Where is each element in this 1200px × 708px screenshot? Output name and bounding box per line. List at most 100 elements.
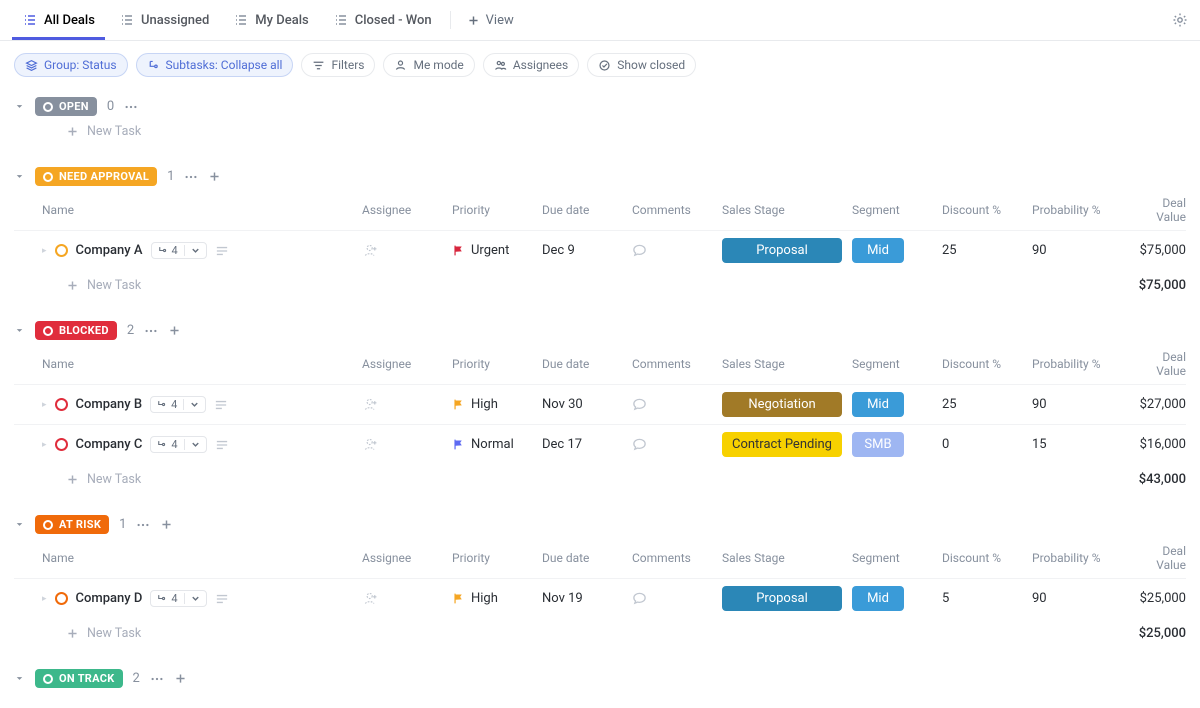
add-task-icon[interactable] (168, 324, 181, 337)
discount-cell[interactable]: 5 (942, 591, 1032, 606)
col-header[interactable]: Probability % (1032, 551, 1132, 565)
subtask-count-badge[interactable]: 4 (151, 242, 207, 259)
new-task-button[interactable]: New Task (42, 278, 362, 293)
segment-cell[interactable]: Mid (852, 586, 942, 611)
col-header[interactable]: Sales Stage (722, 357, 852, 371)
discount-cell[interactable]: 25 (942, 397, 1032, 412)
status-ring-icon[interactable] (55, 592, 68, 605)
col-header[interactable]: Due date (542, 551, 632, 565)
comments-icon[interactable] (632, 591, 722, 606)
status-chip[interactable]: NEED APPROVAL (35, 167, 157, 186)
tab-my-deals[interactable]: My Deals (223, 0, 318, 40)
collapse-caret-icon[interactable] (14, 171, 25, 182)
col-header[interactable]: Assignee (362, 357, 452, 371)
col-header[interactable]: Segment (852, 203, 942, 217)
col-header[interactable]: Comments (632, 357, 722, 371)
subtasks-pill[interactable]: Subtasks: Collapse all (136, 53, 294, 77)
col-header[interactable]: Probability % (1032, 357, 1132, 371)
description-icon[interactable] (215, 439, 229, 451)
stage-cell[interactable]: Contract Pending (722, 432, 852, 457)
col-header[interactable]: Segment (852, 551, 942, 565)
description-icon[interactable] (215, 245, 229, 257)
col-header[interactable]: Priority (452, 551, 542, 565)
collapse-caret-icon[interactable] (14, 325, 25, 336)
tab-closed-won[interactable]: Closed - Won (323, 0, 442, 40)
table-row[interactable]: ▸Company B4HighNov 30NegotiationMid2590$… (14, 384, 1186, 424)
assignee-add-icon[interactable] (362, 242, 452, 259)
more-icon[interactable] (144, 324, 158, 338)
task-name[interactable]: Company B (76, 397, 143, 412)
discount-cell[interactable]: 0 (942, 437, 1032, 452)
due-date-cell[interactable]: Dec 17 (542, 437, 632, 452)
task-name[interactable]: Company D (76, 591, 143, 606)
expand-caret-icon[interactable]: ▸ (42, 400, 47, 410)
add-task-icon[interactable] (160, 518, 173, 531)
priority-cell[interactable]: Normal (452, 437, 542, 452)
expand-caret-icon[interactable]: ▸ (42, 440, 47, 450)
show-closed-pill[interactable]: Show closed (587, 53, 696, 77)
status-ring-icon[interactable] (55, 438, 68, 451)
collapse-caret-icon[interactable] (14, 101, 25, 112)
col-header[interactable]: Due date (542, 357, 632, 371)
col-header[interactable]: Comments (632, 203, 722, 217)
subtask-count-badge[interactable]: 4 (150, 590, 206, 607)
description-icon[interactable] (214, 399, 228, 411)
status-chip[interactable]: OPEN (35, 97, 97, 116)
col-header[interactable]: Deal Value (1132, 196, 1192, 224)
probability-cell[interactable]: 90 (1032, 591, 1132, 606)
add-task-icon[interactable] (174, 672, 187, 685)
tab-unassigned[interactable]: Unassigned (109, 0, 219, 40)
status-chip[interactable]: ON TRACK (35, 669, 123, 688)
add-task-icon[interactable] (208, 170, 221, 183)
group-pill[interactable]: Group: Status (14, 53, 128, 77)
expand-caret-icon[interactable]: ▸ (42, 246, 47, 256)
more-icon[interactable] (184, 170, 198, 184)
description-icon[interactable] (215, 593, 229, 605)
filters-pill[interactable]: Filters (301, 53, 375, 77)
deal-value-cell[interactable]: $75,000 (1132, 243, 1192, 258)
col-header[interactable]: Assignee (362, 551, 452, 565)
status-chip[interactable]: BLOCKED (35, 321, 117, 340)
deal-value-cell[interactable]: $16,000 (1132, 437, 1192, 452)
col-header[interactable]: Deal Value (1132, 350, 1192, 378)
probability-cell[interactable]: 90 (1032, 243, 1132, 258)
comments-icon[interactable] (632, 243, 722, 258)
col-header[interactable]: Probability % (1032, 203, 1132, 217)
col-header[interactable]: Assignee (362, 203, 452, 217)
comments-icon[interactable] (632, 397, 722, 412)
priority-cell[interactable]: Urgent (452, 243, 542, 258)
col-header[interactable]: Name (42, 357, 362, 371)
table-row[interactable]: ▸Company D4HighNov 19ProposalMid590$25,0… (14, 578, 1186, 618)
col-header[interactable]: Name (42, 203, 362, 217)
task-name[interactable]: Company C (76, 437, 143, 452)
segment-cell[interactable]: Mid (852, 238, 942, 263)
assignee-add-icon[interactable] (362, 436, 452, 453)
col-header[interactable]: Discount % (942, 551, 1032, 565)
col-header[interactable]: Segment (852, 357, 942, 371)
probability-cell[interactable]: 90 (1032, 397, 1132, 412)
stage-cell[interactable]: Proposal (722, 238, 852, 263)
table-row[interactable]: ▸Company C4NormalDec 17Contract PendingS… (14, 424, 1186, 464)
probability-cell[interactable]: 15 (1032, 437, 1132, 452)
col-header[interactable]: Sales Stage (722, 551, 852, 565)
add-view-button[interactable]: View (459, 13, 522, 28)
deal-value-cell[interactable]: $27,000 (1132, 397, 1192, 412)
collapse-caret-icon[interactable] (14, 519, 25, 530)
me-mode-pill[interactable]: Me mode (383, 53, 474, 77)
segment-cell[interactable]: Mid (852, 392, 942, 417)
new-task-button[interactable]: New Task (14, 116, 1186, 139)
more-icon[interactable] (124, 100, 138, 114)
stage-cell[interactable]: Proposal (722, 586, 852, 611)
collapse-caret-icon[interactable] (14, 673, 25, 684)
subtask-count-badge[interactable]: 4 (150, 436, 206, 453)
discount-cell[interactable]: 25 (942, 243, 1032, 258)
deal-value-cell[interactable]: $25,000 (1132, 591, 1192, 606)
assignee-add-icon[interactable] (362, 590, 452, 607)
task-name[interactable]: Company A (76, 243, 143, 258)
status-chip[interactable]: AT RISK (35, 515, 109, 534)
due-date-cell[interactable]: Nov 30 (542, 397, 632, 412)
col-header[interactable]: Due date (542, 203, 632, 217)
priority-cell[interactable]: High (452, 397, 542, 412)
expand-caret-icon[interactable]: ▸ (42, 594, 47, 604)
table-row[interactable]: ▸Company A4UrgentDec 9ProposalMid2590$75… (14, 230, 1186, 270)
